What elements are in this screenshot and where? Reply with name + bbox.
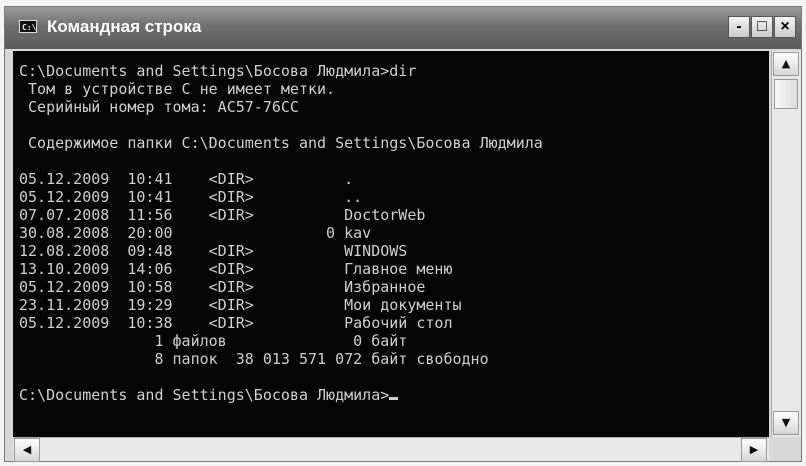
title-bar[interactable]: C:\ Командная строка - □ ×: [5, 7, 801, 49]
console-line: 23.11.2009 19:29 <DIR> Мои документы: [19, 296, 462, 314]
text-cursor: [389, 397, 399, 400]
scroll-down-icon[interactable]: ▼: [773, 411, 799, 435]
console-line: 12.08.2008 09:48 <DIR> WINDOWS: [19, 242, 408, 260]
console-line: 05.12.2009 10:41 <DIR> .: [19, 170, 354, 188]
console-output-area[interactable]: C:\Documents and Settings\Босова Людмила…: [13, 51, 769, 437]
console-line: 05.12.2009 10:41 <DIR> ..: [19, 188, 363, 206]
scroll-up-icon[interactable]: ▲: [773, 52, 799, 76]
command-prompt-window: C:\ Командная строка - □ × C:\Documents …: [4, 6, 802, 462]
vertical-scroll-thumb[interactable]: [774, 79, 798, 109]
console-line: Том в устройстве C не имеет метки.: [19, 80, 336, 98]
vertical-scrollbar[interactable]: ▲ ▼: [771, 51, 801, 437]
console-text: C:\Documents and Settings\Босова Людмила…: [13, 51, 769, 404]
console-prompt-line: C:\Documents and Settings\Босова Людмила…: [19, 386, 390, 404]
console-line: Содержимое папки C:\Documents and Settin…: [19, 134, 543, 152]
scroll-right-icon[interactable]: ▶: [741, 438, 767, 462]
console-line: 1 файлов 0 байт: [19, 332, 408, 350]
console-line: 05.12.2009 10:58 <DIR> Избранное: [19, 278, 426, 296]
command-prompt-icon: C:\: [19, 20, 37, 33]
console-line: 13.10.2009 14:06 <DIR> Главное меню: [19, 260, 453, 278]
console-line: 07.07.2008 11:56 <DIR> DoctorWeb: [19, 206, 426, 224]
console-line: 8 папок 38 013 571 072 байт свободно: [19, 350, 489, 368]
console-line: 05.12.2009 10:38 <DIR> Рабочий стол: [19, 314, 453, 332]
console-line: C:\Documents and Settings\Босова Людмила…: [19, 62, 417, 80]
maximize-button[interactable]: □: [751, 16, 773, 38]
console-line: Серийный номер тома: AC57-76CC: [19, 98, 299, 116]
minimize-button[interactable]: -: [728, 16, 750, 38]
resize-grip[interactable]: [771, 437, 801, 461]
horizontal-scrollbar[interactable]: ◀ ▶: [13, 437, 769, 462]
scroll-left-icon[interactable]: ◀: [14, 438, 40, 462]
window-title: Командная строка: [47, 17, 202, 36]
close-button[interactable]: ×: [774, 16, 796, 38]
console-line: 30.08.2008 20:00 0 kav: [19, 224, 372, 242]
